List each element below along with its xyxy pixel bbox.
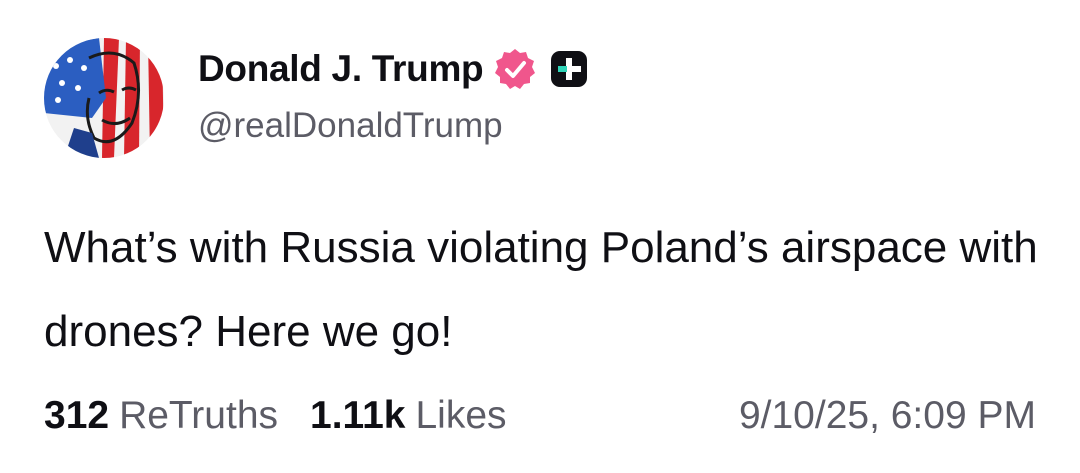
- retruths-count: 312: [44, 394, 110, 437]
- likes-label: Likes: [415, 394, 507, 437]
- avatar[interactable]: [44, 38, 164, 158]
- retruths-stat[interactable]: 312 ReTruths: [44, 394, 278, 438]
- post-stats: 312 ReTruths 1.11k Likes 9/10/25, 6:09 P…: [44, 390, 1036, 442]
- likes-stat[interactable]: 1.11k Likes: [310, 394, 507, 438]
- avatar-image: [44, 38, 164, 158]
- post-timestamp[interactable]: 9/10/25, 6:09 PM: [739, 394, 1036, 438]
- verified-badge-icon: [493, 47, 537, 91]
- author-display-name[interactable]: Donald J. Trump: [198, 48, 484, 90]
- likes-count: 1.11k: [310, 394, 406, 437]
- post-text: What’s with Russia violating Poland’s ai…: [44, 223, 1038, 356]
- author-name-row: Donald J. Trump: [198, 44, 589, 94]
- truth-plus-icon: [549, 49, 589, 89]
- author-handle[interactable]: @realDonaldTrump: [198, 106, 503, 146]
- retruths-label: ReTruths: [119, 394, 279, 437]
